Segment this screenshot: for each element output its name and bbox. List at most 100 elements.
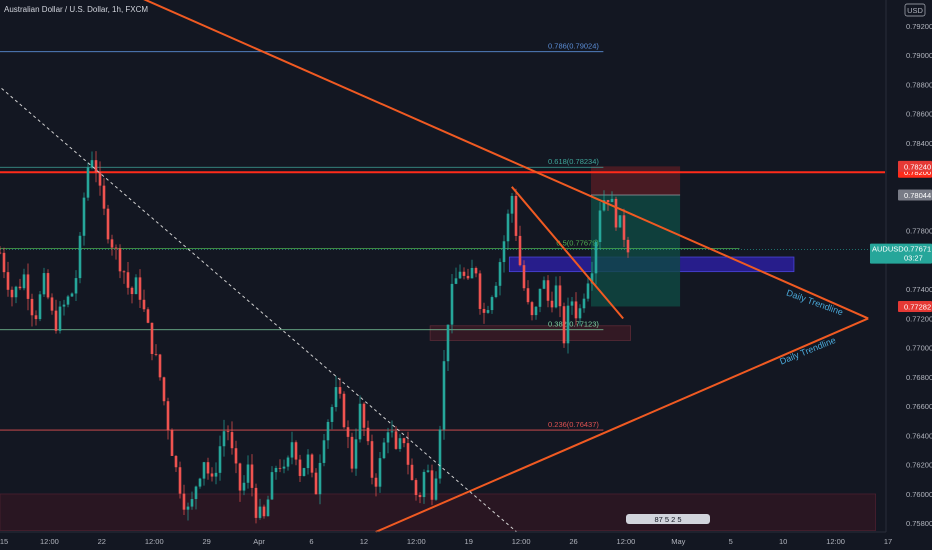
candle-body [514,195,518,236]
fib-label-0: 0.786(0.79024) [548,42,599,51]
candle-body [322,440,326,463]
candle-body [330,407,334,422]
candle-body [174,455,178,468]
candle-body [298,459,302,476]
candle-body [618,215,622,228]
x-tick-label-1: 12:00 [40,537,59,546]
candle-body [222,431,226,447]
candle-body [34,315,38,320]
candle-body [506,213,510,242]
candle-body [86,167,90,198]
time-axis[interactable]: 15 12:00 22 12:00 29 Apr 6 12 12:00 19 12:00 26 12:0… [0,537,892,546]
candle-body [414,480,418,496]
candle-body [106,208,110,240]
candle-body [294,442,298,460]
candle-body [210,473,214,477]
candle-body [406,443,410,465]
x-tick-label-12: 12:00 [617,537,636,546]
candle-body [502,241,506,263]
x-tick-label-5: Apr [253,537,265,546]
candle-body [530,302,534,316]
y-tick-label-6: 0.77400 [906,285,932,294]
candle-body [586,283,590,299]
candle-body [362,403,366,428]
x-tick-label-2: 22 [98,537,106,546]
x-tick-label-0: 15 [0,537,8,546]
candle-body [286,457,290,467]
candle-body [350,436,354,469]
event-marker-label: 87 5 2 5 [654,515,681,524]
candle-body [614,198,618,228]
candle-body [374,477,378,487]
chart-title: Australian Dollar / U.S. Dollar, 1h, FXC… [4,5,148,14]
candle-body [522,265,526,289]
candle-body [218,446,222,473]
target-zone [591,195,681,307]
x-tick-label-9: 19 [465,537,473,546]
candle-body [30,298,34,316]
candle-body [102,185,106,209]
fib-label-3: 0.382(0.77123) [548,320,599,329]
candle-body [346,427,350,437]
candle-body [326,421,330,441]
candle-body [558,285,562,307]
candle-body [138,277,142,300]
candle-body [2,252,6,273]
x-tick-label-13: May [671,537,685,546]
candle-body [366,427,370,442]
currency-label: USD [907,6,923,15]
x-tick-label-15: 10 [779,537,787,546]
candle-body [486,310,490,313]
x-tick-label-14: 5 [729,537,733,546]
candle-body [610,198,614,203]
candle-body [22,274,26,289]
candle-body [462,271,466,276]
candle-body [62,304,66,307]
candle-body [470,267,474,279]
candle-body [498,262,502,286]
candle-body [594,242,598,274]
chart: 0.786(0.79024) 0.618(0.78234) 0.5(0.77679)… [0,0,932,550]
chart-canvas[interactable]: 0.786(0.79024)0.618(0.78234)0.5(0.77679)… [0,0,932,550]
price-badge-2: 0.77282 [904,302,931,311]
y-tick-label-10: 0.76600 [906,402,932,411]
candle-body [334,387,338,408]
current-price-value: 0.77671 [904,245,931,254]
candle-body [482,308,486,313]
candle-body [6,272,10,290]
y-tick-label-1: 0.79000 [906,51,932,60]
candle-body [410,464,414,481]
candle-body [338,387,342,394]
candle-body [186,506,190,510]
price-badge-0: 0.78240 [904,162,931,171]
fib-label-4: 0.236(0.76437) [548,420,599,429]
candle-body [42,273,46,295]
x-tick-label-6: 6 [309,537,313,546]
currency-button[interactable]: USD [904,3,926,17]
candle-body [426,470,430,472]
candle-body [394,431,398,449]
zone-1 [429,325,632,341]
candle-body [178,467,182,494]
candle-body [342,393,346,428]
y-tick-label-0: 0.79200 [906,22,932,31]
candle-body [458,271,462,279]
candle-body [134,277,138,295]
x-tick-label-11: 26 [569,537,577,546]
event-markers[interactable]: 87 5 2 5 [626,514,710,524]
candle-body [66,296,70,305]
candle-body [578,308,582,319]
candle-body [518,235,522,266]
candle-body [398,438,402,449]
y-tick-label-5: 0.77800 [906,227,932,236]
candle-body [250,464,254,488]
y-tick-label-13: 0.76000 [906,490,932,499]
y-tick-label-8: 0.77000 [906,344,932,353]
candle-body [234,448,238,464]
candle-body [566,305,570,344]
candle-body [538,288,542,307]
candle-body [450,283,454,325]
candle-body [166,401,170,431]
current-price-symbol: AUDUSD [872,245,904,254]
candle-body [622,215,626,240]
